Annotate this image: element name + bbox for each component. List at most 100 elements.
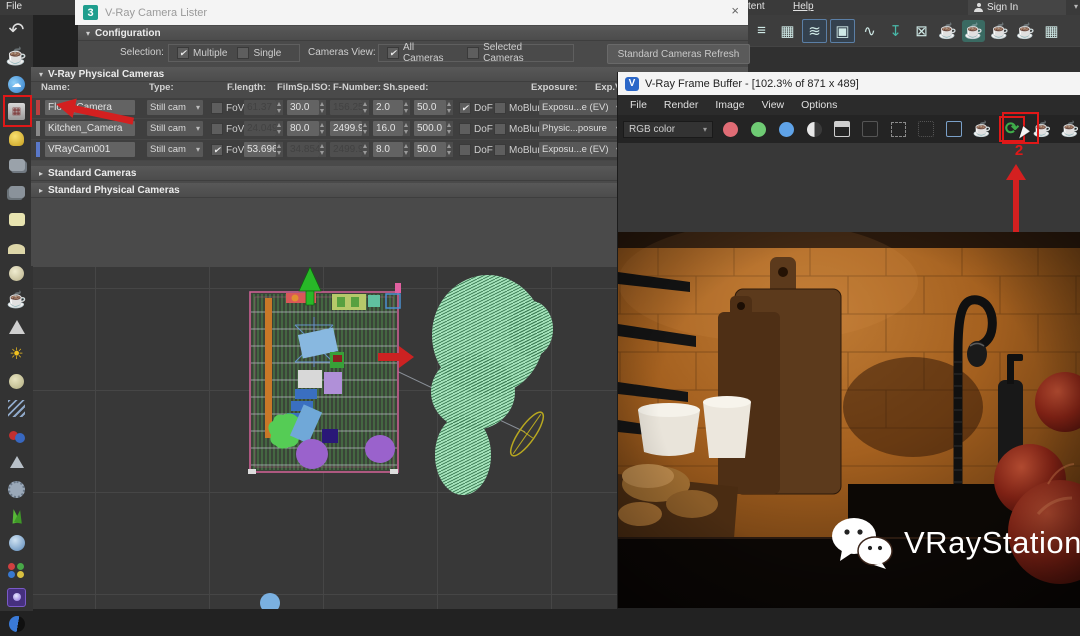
red-channel-icon[interactable] xyxy=(719,118,741,140)
camera-color-bar[interactable] xyxy=(36,100,40,115)
frame-stamp-icon[interactable] xyxy=(943,118,965,140)
file-menu[interactable]: File xyxy=(6,1,22,12)
moblur-checkbox[interactable]: ✔MoBlur xyxy=(494,144,541,156)
spinner[interactable] xyxy=(403,100,410,115)
camera-type-dropdown[interactable]: Still cam▾ xyxy=(147,100,203,115)
layer-explorer-icon[interactable]: ▦ xyxy=(776,20,799,42)
render-iterative-icon[interactable]: ☕ xyxy=(1014,20,1037,42)
fnumber-field[interactable]: 16.0 xyxy=(373,121,403,136)
floorplan-wireframe[interactable] xyxy=(248,283,401,474)
shspeed-field[interactable]: 500.0 xyxy=(414,121,446,136)
iso-field[interactable]: 2499.9 xyxy=(330,121,362,136)
moblur-checkbox[interactable]: ✔MoBlur xyxy=(494,102,541,114)
compare-icon[interactable] xyxy=(915,118,937,140)
layers-stack-icon[interactable]: ≋ xyxy=(802,19,827,43)
all-cameras-checkbox[interactable]: ✔All Cameras xyxy=(387,42,457,64)
green-channel-icon[interactable] xyxy=(747,118,769,140)
teapot-outline-icon[interactable]: ☕ xyxy=(5,288,29,312)
fov-value-field[interactable]: 61.37 xyxy=(244,100,276,115)
named-selection-icon[interactable]: ▣ xyxy=(830,19,855,43)
sign-in-button[interactable]: Sign In xyxy=(968,0,1066,15)
viewport[interactable] xyxy=(33,266,617,609)
state-sets-icon[interactable]: ▦ xyxy=(1040,20,1063,42)
sphere-light-icon[interactable] xyxy=(5,261,29,285)
undo-icon[interactable]: ↶ xyxy=(5,18,29,42)
blue-black-sphere-icon[interactable] xyxy=(5,612,29,636)
mirror-icon[interactable]: ↧ xyxy=(884,20,907,42)
vfb-image-menu[interactable]: Image xyxy=(715,99,744,111)
scene-explorer-icon[interactable]: ≡ xyxy=(750,20,773,42)
light-lister-icon[interactable] xyxy=(5,126,29,150)
camera-lister-titlebar[interactable]: 3 V-Ray Camera Lister × xyxy=(75,0,748,25)
exposure-dropdown[interactable]: Exposu...e (EV)▾ xyxy=(539,100,623,115)
chevron-down-icon[interactable]: ▾ xyxy=(1074,2,1078,11)
schematic-view-icon[interactable]: ⊠ xyxy=(910,20,933,42)
single-checkbox[interactable]: ✔Single xyxy=(237,47,281,59)
fov-value-field[interactable]: 53.696 xyxy=(244,142,276,157)
blue-channel-icon[interactable] xyxy=(775,118,797,140)
shspeed-field[interactable]: 50.0 xyxy=(414,142,446,157)
dof-checkbox[interactable]: ✔DoF xyxy=(459,102,493,114)
foliage-wireframe[interactable] xyxy=(431,275,553,495)
configuration-section-header[interactable]: ▾ Configuration xyxy=(78,26,748,41)
channel-dropdown[interactable]: RGB color▾ xyxy=(623,121,713,138)
plane-light-icon[interactable] xyxy=(5,207,29,231)
spinner[interactable] xyxy=(319,142,326,157)
shspeed-field[interactable]: 50.0 xyxy=(414,100,446,115)
fov-checkbox[interactable]: ✔FoV xyxy=(211,123,244,135)
camera-sequencer-icon[interactable] xyxy=(5,153,29,177)
fnumber-field[interactable]: 8.0 xyxy=(373,142,403,157)
spinner[interactable] xyxy=(362,142,369,157)
rain-particles-icon[interactable] xyxy=(5,396,29,420)
multiple-checkbox[interactable]: ✔Multiple xyxy=(177,47,227,59)
standard-cameras-refresh-button[interactable]: Standard Cameras Refresh xyxy=(607,44,750,64)
cone-light-icon[interactable] xyxy=(5,315,29,339)
flength-field[interactable]: 34.854 xyxy=(287,142,319,157)
flength-field[interactable]: 30.0 xyxy=(287,100,319,115)
stop-render-icon[interactable]: ☕ xyxy=(1059,118,1080,140)
spinner[interactable] xyxy=(319,121,326,136)
noise-sphere-icon[interactable] xyxy=(5,477,29,501)
help-menu[interactable]: Help xyxy=(793,1,814,12)
dome-light-icon[interactable] xyxy=(5,234,29,258)
vfb-options-menu[interactable]: Options xyxy=(801,99,837,111)
molecule-spheres-icon[interactable] xyxy=(5,423,29,447)
exposure-dropdown[interactable]: Physic...posure▾ xyxy=(539,121,623,136)
spinner[interactable] xyxy=(319,100,326,115)
spinner[interactable] xyxy=(403,121,410,136)
vfb-view-menu[interactable]: View xyxy=(762,99,785,111)
moblur-checkbox[interactable]: ✔MoBlur xyxy=(494,123,541,135)
camera-type-dropdown[interactable]: Still cam▾ xyxy=(147,142,203,157)
big-sphere-icon[interactable] xyxy=(5,531,29,555)
camera-type-dropdown[interactable]: Still cam▾ xyxy=(147,121,203,136)
vfb-file-menu[interactable]: File xyxy=(630,99,647,111)
camera-name-field[interactable]: VRayCam001 xyxy=(45,142,135,157)
fnumber-field[interactable]: 2.0 xyxy=(373,100,403,115)
color-spheres-icon[interactable] xyxy=(5,558,29,582)
sun-light-icon[interactable]: ☀ xyxy=(5,342,29,366)
camera-color-bar[interactable] xyxy=(36,142,40,157)
iso-field[interactable]: 2499.9 xyxy=(330,142,362,157)
vfb-render-menu[interactable]: Render xyxy=(664,99,698,111)
spinner[interactable] xyxy=(446,142,453,157)
curve-editor-icon[interactable]: ∿ xyxy=(858,20,881,42)
iso-field[interactable]: 156.25 xyxy=(330,100,362,115)
vfb-titlebar[interactable]: V V-Ray Frame Buffer - [102.3% of 871 x … xyxy=(618,72,1080,95)
ies-sphere-icon[interactable] xyxy=(5,369,29,393)
flength-field[interactable]: 80.0 xyxy=(287,121,319,136)
fov-checkbox[interactable]: ✔FoV xyxy=(211,144,244,156)
load-image-icon[interactable] xyxy=(859,118,881,140)
spinner[interactable] xyxy=(276,100,283,115)
dof-checkbox[interactable]: ✔DoF xyxy=(459,144,493,156)
spinner[interactable] xyxy=(403,142,410,157)
render-production-icon[interactable]: ☕ xyxy=(988,20,1011,42)
purple-material-icon[interactable] xyxy=(5,585,29,609)
content-menu-partial[interactable]: tent xyxy=(748,1,765,12)
camera-video-icon[interactable] xyxy=(5,180,29,204)
fov-value-field[interactable]: 24.049 xyxy=(244,121,276,136)
spinner[interactable] xyxy=(362,121,369,136)
save-image-icon[interactable] xyxy=(831,118,853,140)
spinner[interactable] xyxy=(276,121,283,136)
camera-pyramid-icon[interactable] xyxy=(5,450,29,474)
spinner[interactable] xyxy=(362,100,369,115)
